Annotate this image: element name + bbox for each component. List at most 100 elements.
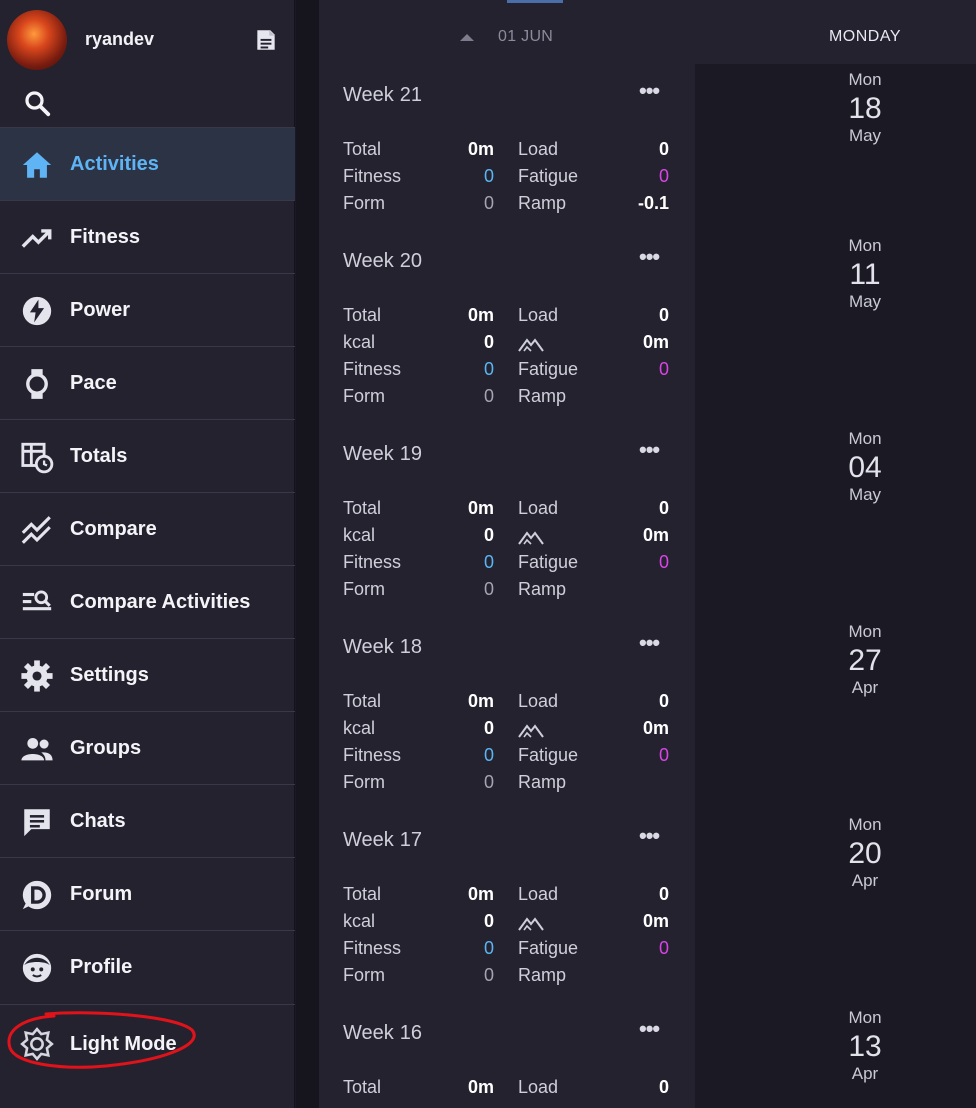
- stat-value: 0: [658, 139, 669, 159]
- stat-value: 0: [483, 386, 494, 406]
- document-icon[interactable]: [253, 27, 279, 53]
- week-title: Week 20: [343, 250, 423, 272]
- stat-row: Form 0 Ramp: [319, 772, 695, 796]
- stat-label: Load: [518, 884, 559, 904]
- stat-label: Total: [343, 305, 382, 325]
- more-options-icon[interactable]: •••: [639, 439, 665, 463]
- stat-value: -0.1: [637, 193, 669, 213]
- more-options-icon[interactable]: •••: [639, 632, 665, 656]
- caret-up-icon[interactable]: [460, 34, 474, 41]
- more-options-icon[interactable]: •••: [639, 246, 665, 270]
- sidebar-item-chats[interactable]: Chats: [0, 784, 295, 857]
- sidebar-item-label: Pace: [70, 372, 117, 394]
- sidebar-item-forum[interactable]: Forum: [0, 857, 295, 930]
- day-month: Apr: [851, 678, 879, 697]
- stat-row: kcal 0 0m: [319, 718, 695, 742]
- sidebar-item-label: Compare: [70, 518, 157, 540]
- more-options-icon[interactable]: •••: [639, 825, 665, 849]
- stat-row: Form 0 Ramp: [319, 965, 695, 989]
- stat-label: Ramp: [518, 579, 567, 599]
- stat-label: Fitness: [343, 938, 402, 958]
- stat-value: 0: [483, 166, 494, 186]
- chat-icon: [24, 809, 50, 837]
- search-icon[interactable]: [22, 88, 52, 118]
- avatar[interactable]: [7, 10, 67, 70]
- day-month: Apr: [851, 1064, 879, 1083]
- stat-label: Fatigue: [518, 552, 579, 572]
- calendar-day[interactable]: Mon 18 May: [695, 70, 976, 146]
- stat-row: Total 0m Load 0: [319, 1077, 695, 1101]
- sidebar-item-pace[interactable]: Pace: [0, 346, 295, 419]
- sidebar-item-compare[interactable]: Compare: [0, 492, 295, 565]
- calendar-column: [695, 0, 976, 1108]
- stat-value: 0m: [467, 305, 494, 325]
- bolt-icon: [22, 296, 52, 326]
- stat-label: Form: [343, 193, 385, 213]
- username[interactable]: ryandev: [85, 29, 154, 50]
- stat-label: Fatigue: [518, 745, 579, 765]
- sidebar-item-groups[interactable]: Groups: [0, 711, 295, 784]
- sidebar-item-label: Power: [70, 299, 131, 321]
- stat-value: 0m: [642, 911, 669, 931]
- sidebar-item-fitness[interactable]: Fitness: [0, 200, 295, 273]
- calendar-day[interactable]: Mon 04 May: [695, 429, 976, 505]
- stat-label: Ramp: [518, 386, 567, 406]
- stat-value: 0: [658, 938, 669, 958]
- compare-lines-icon: [21, 516, 51, 544]
- gear-icon: [21, 660, 53, 692]
- stat-row: Total 0m Load 0: [319, 305, 695, 329]
- sidebar-item-activities[interactable]: Activities: [0, 127, 295, 200]
- stat-label: kcal: [343, 332, 376, 352]
- nav-menu: Activities Fitness Power Pace Totals Compare C…: [0, 127, 295, 1003]
- day-number: 11: [849, 258, 881, 291]
- stat-label: Ramp: [518, 772, 567, 792]
- stat-label: Fatigue: [518, 166, 579, 186]
- day-of-week: Mon: [848, 236, 882, 255]
- sidebar-item-totals[interactable]: Totals: [0, 419, 295, 492]
- more-options-icon[interactable]: •••: [639, 80, 665, 104]
- stat-value: 0: [658, 305, 669, 325]
- user-row: ryandev: [0, 0, 295, 80]
- stat-label: Form: [343, 772, 385, 792]
- stat-row: Form 0 Ramp -0.1: [319, 193, 695, 217]
- sidebar-item-settings[interactable]: Settings: [0, 638, 295, 711]
- sidebar-item-label: Fitness: [70, 226, 141, 248]
- sidebar-item-label: Groups: [70, 737, 142, 759]
- calendar-day[interactable]: Mon 11 May: [695, 236, 976, 312]
- day-of-week: Mon: [848, 429, 882, 448]
- stat-value: 0: [658, 498, 669, 518]
- sidebar-item-power[interactable]: Power: [0, 273, 295, 346]
- stat-row: Fitness 0 Fatigue 0: [319, 745, 695, 769]
- stat-value: 0: [483, 772, 494, 792]
- day-of-week: Mon: [848, 70, 882, 89]
- sidebar-item-profile[interactable]: Profile: [0, 930, 295, 1003]
- calendar-day[interactable]: Mon 20 Apr: [695, 815, 976, 891]
- calendar-day[interactable]: Mon 13 Apr: [695, 1008, 976, 1084]
- stat-value: 0: [483, 745, 494, 765]
- stat-value: 0m: [467, 498, 494, 518]
- sidebar-item-label: Totals: [70, 445, 128, 467]
- discourse-icon: [22, 880, 52, 910]
- stat-row: Form 0 Ramp: [319, 386, 695, 410]
- sidebar-item-label: Compare Activities: [70, 591, 251, 613]
- stat-value: 0: [483, 552, 494, 572]
- date-header[interactable]: 01 JUN: [319, 26, 695, 48]
- stat-label: Ramp: [518, 193, 567, 213]
- more-options-icon[interactable]: •••: [639, 1018, 665, 1042]
- stat-label: Fatigue: [518, 359, 579, 379]
- stat-value: 0m: [467, 691, 494, 711]
- stat-label: Form: [343, 579, 385, 599]
- stat-value: 0: [483, 193, 494, 213]
- day-number: 18: [848, 92, 882, 125]
- day-month: May: [848, 126, 882, 145]
- stat-value: 0: [483, 359, 494, 379]
- week-title: Week 21: [343, 84, 423, 106]
- weeks-column: Week 21 ••• Total 0m Load 0 Fitness 0 Fatigue 0 For…: [319, 0, 695, 1108]
- sidebar-item-compare-activities[interactable]: Compare Activities: [0, 565, 295, 638]
- stat-label: kcal: [343, 718, 376, 738]
- date-label: 01 JUN: [498, 28, 554, 45]
- calendar-day[interactable]: Mon 27 Apr: [695, 622, 976, 698]
- red-highlight-circle: [7, 1011, 196, 1069]
- stat-label: Load: [518, 139, 559, 159]
- stat-row: Total 0m Load 0: [319, 139, 695, 163]
